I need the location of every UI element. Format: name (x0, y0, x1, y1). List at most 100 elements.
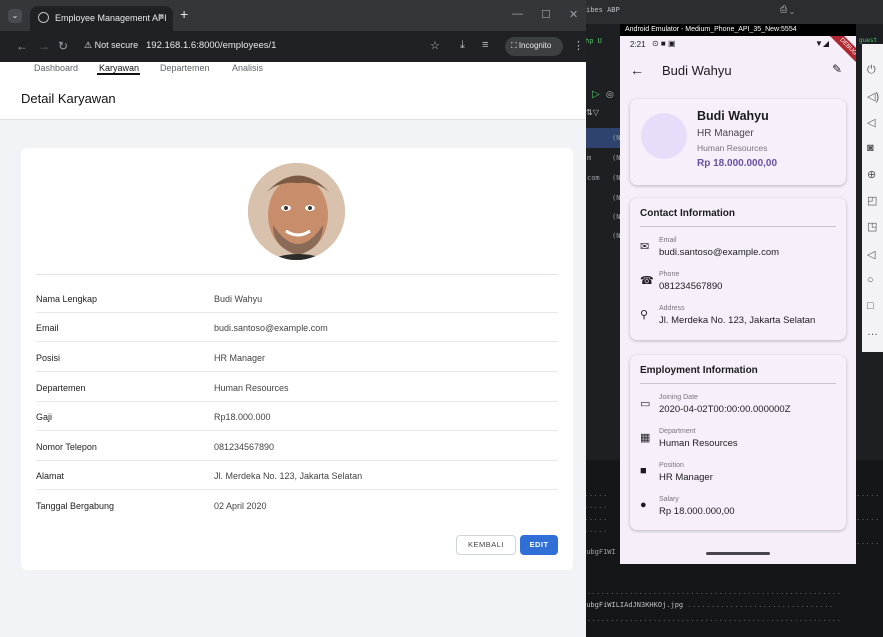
incognito-icon: ⛶ (511, 41, 519, 50)
nav-karyawan[interactable]: Karyawan (99, 63, 139, 73)
value-phone: 081234567890 (214, 442, 275, 452)
rotate-right-icon[interactable]: ◳ (867, 220, 877, 233)
terminal-line: qubgF1WI (582, 548, 616, 556)
eye-icon[interactable]: ◎ (606, 89, 614, 100)
employee-photo (248, 163, 345, 260)
email-icon: ✉ (640, 241, 650, 253)
browser-tab[interactable]: Employee Management API × (30, 6, 173, 31)
row-divider (36, 401, 558, 402)
ide-menu-icon[interactable]: ⎙ ⌄ (780, 4, 794, 15)
department-label: Department (659, 428, 696, 435)
label-department: Departemen (36, 383, 86, 393)
avatar (641, 113, 687, 159)
nav-analisis[interactable]: Analisis (232, 63, 263, 73)
ide-row: com (587, 174, 600, 182)
position-label: Position (659, 462, 684, 469)
terminal-dots: ..... (584, 502, 608, 510)
bookmark-star-icon[interactable]: ☆ (430, 39, 440, 52)
value-address: Jl. Merdeka No. 123, Jakarta Selatan (214, 471, 363, 481)
label-phone: Nomor Telepon (36, 442, 97, 452)
row-divider (36, 460, 558, 461)
browser-toolbar: ← → ↻ ⚠ Not secure 192.168.1.6:8000/empl… (0, 31, 586, 62)
tab-search-chevron-icon[interactable]: ⌄ (8, 9, 22, 23)
reload-icon[interactable]: ↻ (58, 39, 68, 53)
back-arrow-icon[interactable]: ← (630, 62, 644, 78)
back-nav-icon[interactable]: ◁ (867, 248, 875, 261)
back-icon[interactable]: ← (16, 39, 28, 53)
volume-up-icon[interactable]: ◁) (867, 90, 879, 103)
nav-dashboard[interactable]: Dashboard (34, 63, 78, 73)
maximize-icon[interactable]: ☐ (541, 8, 551, 21)
edit-pencil-icon[interactable]: ✎ (832, 62, 842, 76)
top-nav: Dashboard Karyawan Departemen Analisis (0, 62, 586, 75)
url-text[interactable]: 192.168.1.6:8000/employees/1 (146, 40, 276, 51)
minimize-icon[interactable]: — (512, 8, 523, 20)
profile-name: Budi Wahyu (697, 109, 769, 123)
new-tab-button[interactable]: + (180, 6, 188, 22)
more-icon[interactable]: … (867, 326, 878, 338)
close-window-icon[interactable]: ✕ (569, 8, 578, 21)
terminal-dots: ..... (584, 490, 608, 498)
not-secure-indicator[interactable]: ⚠ Not secure (84, 40, 138, 51)
nav-departemen[interactable]: Departemen (160, 63, 210, 73)
emulator-title: Android Emulator - Medium_Phone_API_35_N… (620, 24, 856, 36)
rotate-left-icon[interactable]: ◰ (867, 194, 877, 207)
value-position: HR Manager (214, 353, 266, 363)
home-nav-icon[interactable]: ○ (867, 274, 874, 286)
forward-icon[interactable]: → (38, 39, 50, 53)
browser-window: ⌄ Employee Management API × + — ☐ ✕ ← → … (0, 0, 586, 637)
run-icon[interactable]: ▷ (592, 89, 600, 100)
close-tab-icon[interactable]: × (158, 11, 164, 23)
terminal-filename: qubgFiWILIAdJN3KHKOj.jpg (582, 601, 684, 609)
ide-side-text: hp U (585, 37, 602, 45)
status-time: 2:21 (630, 40, 646, 49)
incognito-badge[interactable]: ⛶ Incognito (505, 37, 563, 56)
contact-address-value: Jl. Merdeka No. 123, Jakarta Selatan (659, 315, 816, 326)
reading-list-icon[interactable]: ≡ (482, 39, 488, 51)
row-divider (36, 312, 558, 313)
label-salary: Gaji (36, 412, 53, 422)
overview-nav-icon[interactable]: □ (867, 300, 874, 312)
contact-phone-value: 081234567890 (659, 281, 723, 292)
terminal-dots: ..... (856, 514, 880, 522)
terminal-dots: ..... (856, 538, 880, 546)
edit-button[interactable]: EDIT (520, 535, 558, 555)
salary-label: Salary (659, 496, 679, 503)
power-icon[interactable]: ⏻ (867, 64, 876, 77)
ide-tab-label[interactable]: ibes ABP (586, 6, 620, 14)
kebab-menu-icon[interactable]: ⋮ (573, 39, 584, 52)
download-icon[interactable]: ⤓ (460, 39, 465, 52)
terminal-dots: ..... (584, 526, 608, 534)
profile-position: HR Manager (697, 128, 754, 139)
back-button[interactable]: KEMBALI (456, 535, 516, 555)
divider (640, 226, 836, 227)
android-status-bar: 2:21 ⊙ ■ ▣ ▼◢ (620, 36, 856, 54)
warning-icon: ⚠ (84, 40, 95, 50)
contact-email-label: Email (659, 237, 677, 244)
row-divider (36, 371, 558, 372)
salary-value: Rp 18.000.000,00 (659, 506, 735, 517)
label-email: Email (36, 323, 59, 333)
camera-icon[interactable]: ◙ (867, 142, 874, 154)
building-icon: ▦ (640, 432, 651, 444)
phone-icon: ☎ (640, 275, 654, 287)
incognito-label: Incognito (518, 41, 552, 50)
terminal-dots: ........................................… (582, 588, 842, 596)
value-join-date: 02 April 2020 (214, 501, 267, 511)
filter-icon[interactable]: ⇅▽ (586, 108, 599, 117)
globe-icon (38, 12, 49, 23)
emulator-toolbar: ⏻ ◁) ◁ ◙ ⊕ ◰ ◳ ◁ ○ □ … (862, 44, 883, 352)
appbar-title: Budi Wahyu (662, 63, 732, 78)
value-full-name: Budi Wahyu (214, 294, 263, 304)
value-department: Human Resources (214, 383, 289, 393)
profile-salary: Rp 18.000.000,00 (697, 158, 778, 169)
home-indicator[interactable] (706, 552, 770, 555)
volume-down-icon[interactable]: ◁ (867, 116, 875, 129)
status-icons: ⊙ ■ ▣ (652, 39, 676, 48)
money-icon: ● (640, 499, 647, 511)
joining-date-label: Joining Date (659, 394, 698, 401)
contact-email-value: budi.santoso@example.com (659, 247, 780, 258)
zoom-icon[interactable]: ⊕ (867, 168, 876, 181)
profile-department: Human Resources (697, 143, 768, 153)
contact-section-title: Contact Information (640, 208, 735, 219)
